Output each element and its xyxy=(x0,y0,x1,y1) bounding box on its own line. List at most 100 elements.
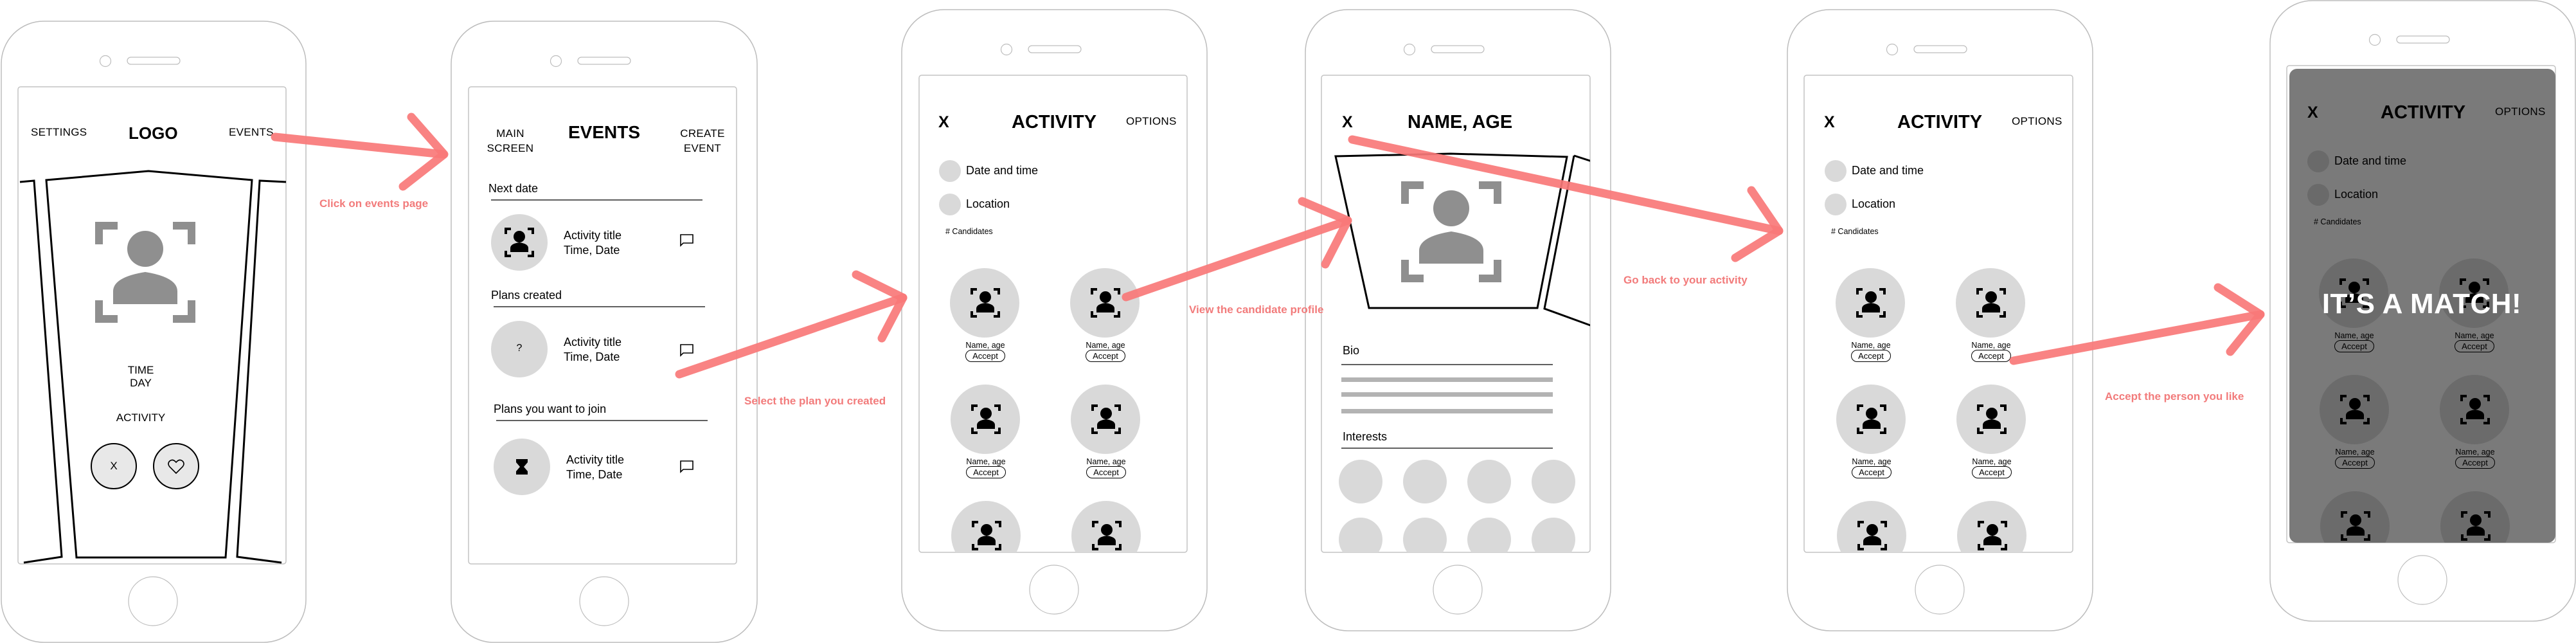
card-activity: ACTIVITY xyxy=(116,412,166,424)
accept-button[interactable]: Accept xyxy=(966,466,1006,478)
section-heading-plans-created: Plans created xyxy=(491,289,562,302)
options-button[interactable]: OPTIONS xyxy=(2495,105,2546,118)
candidate-name: Name, age xyxy=(1852,457,1892,466)
candidate-card: Name, age Accept xyxy=(965,341,1005,362)
candidate-card: Name, age Accept xyxy=(2455,448,2495,469)
options-button[interactable]: OPTIONS xyxy=(1126,115,1177,128)
bio-heading: Bio xyxy=(1343,344,1360,357)
activity-time-date: Time, Date xyxy=(566,468,623,481)
candidate-card: Name, age Accept xyxy=(2335,448,2375,469)
candidate-card: Name, age Accept xyxy=(2334,331,2374,352)
main-screen-line2: SCREEN xyxy=(487,142,534,154)
accept-button[interactable]: Accept xyxy=(1086,350,1125,362)
accept-button[interactable]: Accept xyxy=(2334,340,2374,352)
candidate-name: Name, age xyxy=(2455,448,2495,457)
card-time: TIME xyxy=(127,364,154,376)
interests-heading: Interests xyxy=(1343,430,1388,443)
annotation-click-events: Click on events page xyxy=(319,197,429,210)
candidate-card: Name, age Accept xyxy=(966,457,1006,478)
candidate-name: Name, age xyxy=(966,457,1006,466)
events-link[interactable]: EVENTS xyxy=(229,126,274,139)
candidates-label: # Candidates xyxy=(2314,217,2361,226)
candidate-card: Name, age Accept xyxy=(1852,457,1892,478)
page-title: ACTIVITY xyxy=(2381,102,2466,123)
settings-link[interactable]: SETTINGS xyxy=(31,126,87,139)
page-title: EVENTS xyxy=(568,122,641,142)
candidate-name: Name, age xyxy=(965,341,1005,350)
main-screen-link[interactable]: MAIN SCREEN xyxy=(487,126,534,156)
accept-button[interactable]: Accept xyxy=(1971,350,2011,362)
profile-photo-card xyxy=(1334,152,1568,309)
location-icon xyxy=(939,194,961,215)
annotation-select-plan: Select the plan you created xyxy=(744,395,886,407)
candidate-name: Name, age xyxy=(1086,341,1125,350)
create-event-button[interactable]: CREATE EVENT xyxy=(680,126,725,156)
accept-button[interactable]: Accept xyxy=(2455,340,2494,352)
interest-chip xyxy=(1467,460,1511,503)
interest-chip xyxy=(1532,460,1575,503)
create-event-line1: CREATE xyxy=(680,127,725,140)
interest-chip xyxy=(1403,460,1447,503)
list-item[interactable]: Activity title Time, Date xyxy=(566,453,624,482)
date-time-label: Date and time xyxy=(2334,154,2407,167)
list-item[interactable]: Activity title Time, Date xyxy=(564,228,622,258)
phone-activity xyxy=(901,9,1208,631)
close-button[interactable]: X xyxy=(1342,113,1353,132)
candidate-name: Name, age xyxy=(1086,457,1126,466)
candidate-name: Name, age xyxy=(1972,457,2012,466)
match-message: IT’S A MATCH! xyxy=(2321,288,2522,320)
close-button[interactable]: X xyxy=(1824,113,1835,132)
candidate-card: Name, age Accept xyxy=(1086,341,1125,362)
candidates-label: # Candidates xyxy=(945,227,993,236)
accept-button[interactable]: Accept xyxy=(1852,466,1892,478)
reject-label: X xyxy=(110,460,118,472)
calendar-icon xyxy=(1825,160,1847,182)
phone-frames xyxy=(1,0,2576,643)
activity-time-date: Time, Date xyxy=(564,350,620,363)
annotation-accept-person: Accept the person you like xyxy=(2105,390,2244,403)
location-label: Location xyxy=(2334,188,2379,201)
question-mark-icon: ? xyxy=(516,343,523,354)
accept-button[interactable]: Accept xyxy=(1086,466,1126,478)
candidate-name: Name, age xyxy=(2334,331,2374,340)
activity-title: Activity title xyxy=(566,453,625,466)
date-time-label: Date and time xyxy=(1852,164,1924,177)
page-title: ACTIVITY xyxy=(1012,112,1097,132)
candidate-name: Name, age xyxy=(2455,331,2494,340)
like-button[interactable] xyxy=(153,443,199,489)
section-heading-plans-to-join: Plans you want to join xyxy=(494,403,607,415)
candidate-card: Name, age Accept xyxy=(2455,331,2494,352)
logo: LOGO xyxy=(129,123,178,143)
candidate-card: Name, age Accept xyxy=(1972,457,2012,478)
main-screen-line1: MAIN xyxy=(496,127,524,140)
section-heading-next-date: Next date xyxy=(488,182,539,195)
create-event-line2: EVENT xyxy=(683,142,722,154)
close-button[interactable]: X xyxy=(2307,104,2318,122)
location-icon xyxy=(1825,194,1847,215)
candidates-label: # Candidates xyxy=(1831,227,1879,236)
date-time-label: Date and time xyxy=(966,164,1039,177)
accept-button[interactable]: Accept xyxy=(1972,466,2012,478)
profile-name-age: NAME, AGE xyxy=(1408,112,1513,132)
accept-button[interactable]: Accept xyxy=(2335,457,2375,469)
candidate-card: Name, age Accept xyxy=(1851,341,1891,362)
candidate-name: Name, age xyxy=(1851,341,1891,350)
annotation-view-profile: View the candidate profile xyxy=(1189,303,1324,316)
list-item[interactable]: Activity title Time, Date xyxy=(564,335,622,365)
candidate-name: Name, age xyxy=(1971,341,2011,350)
card-day: DAY xyxy=(130,377,152,389)
location-label: Location xyxy=(1852,197,1896,210)
activity-title: Activity title xyxy=(564,336,622,349)
close-button[interactable]: X xyxy=(938,113,949,132)
interest-chip xyxy=(1339,460,1382,503)
candidate-card: Name, age Accept xyxy=(1086,457,1126,478)
accept-button[interactable]: Accept xyxy=(1851,350,1891,362)
options-button[interactable]: OPTIONS xyxy=(2012,115,2062,128)
phone-activity-2 xyxy=(1787,9,2093,631)
annotation-go-back: Go back to your activity xyxy=(1623,274,1748,286)
card-time-day: TIME DAY xyxy=(128,364,154,390)
location-label: Location xyxy=(966,197,1010,210)
accept-button[interactable]: Accept xyxy=(965,350,1005,362)
accept-button[interactable]: Accept xyxy=(2455,457,2495,469)
activity-time-date: Time, Date xyxy=(564,244,620,257)
